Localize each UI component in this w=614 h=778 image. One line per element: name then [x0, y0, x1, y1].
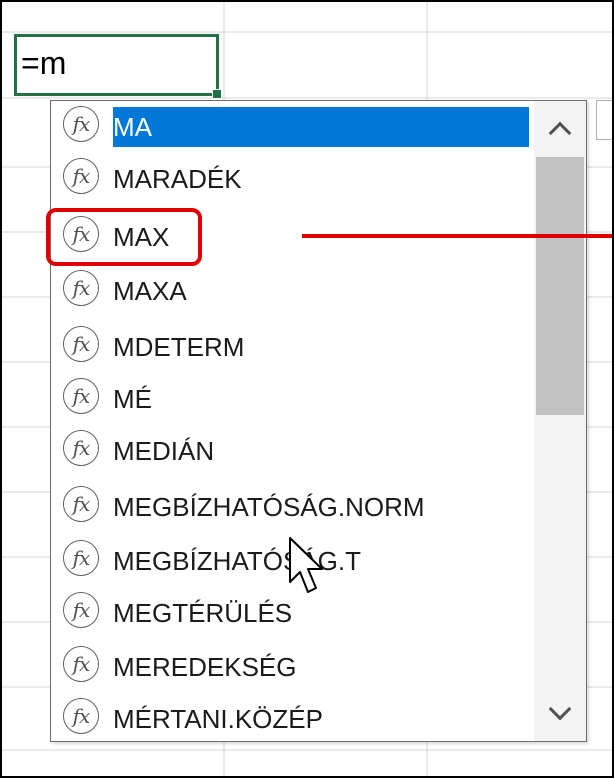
function-label: MAXA: [113, 276, 187, 306]
annotation-pointer-line: [302, 234, 612, 238]
function-icon: fx: [63, 540, 99, 576]
function-label: MARADÉK: [113, 164, 242, 194]
function-label: MEGTÉRÜLÉS: [113, 598, 293, 628]
function-label: MEDIÁN: [113, 436, 215, 466]
scrollbar-thumb[interactable]: [536, 157, 584, 415]
function-icon: fx: [63, 430, 99, 466]
function-tooltip-edge: [596, 100, 612, 140]
mouse-cursor-icon: [289, 537, 323, 593]
function-icon: fx: [63, 378, 99, 414]
function-icon: fx: [63, 158, 99, 194]
fill-handle[interactable]: [212, 89, 222, 99]
function-label: MEREDEKSÉG: [113, 652, 297, 682]
chevron-up-icon: [548, 121, 572, 145]
function-icon: fx: [63, 646, 99, 682]
cell-formula-text[interactable]: =m: [21, 43, 66, 83]
function-label: MEGBÍZHATÓSÁG.NORM: [113, 492, 425, 522]
function-item[interactable]: fx MAXA: [51, 265, 529, 317]
scroll-down-button[interactable]: [534, 685, 586, 741]
function-item[interactable]: fx MDETERM: [51, 321, 529, 373]
scroll-up-button[interactable]: [534, 101, 586, 157]
function-label: MA: [113, 107, 529, 147]
function-label: MDETERM: [113, 332, 245, 362]
active-cell[interactable]: =m: [14, 34, 222, 99]
function-icon: fx: [63, 698, 99, 734]
function-icon: fx: [63, 216, 99, 252]
chevron-down-icon: [548, 697, 572, 721]
function-icon: fx: [63, 486, 99, 522]
function-item[interactable]: fx MEREDEKSÉG: [51, 641, 529, 693]
function-item[interactable]: fx MÉ: [51, 373, 529, 425]
function-autocomplete-list[interactable]: fx MA fx MARADÉK fx MAX fx MAXA fx MDETE…: [50, 100, 587, 742]
function-label: MÉ: [113, 384, 152, 414]
function-item[interactable]: fx MEGBÍZHATÓSÁG.NORM: [51, 481, 529, 533]
spreadsheet-window: =m fx MA fx MARADÉK fx MAX fx MAXA fx MD…: [0, 0, 614, 778]
function-icon: fx: [63, 592, 99, 628]
function-item[interactable]: fx MARADÉK: [51, 153, 529, 205]
list-scrollbar[interactable]: [534, 101, 586, 741]
function-item[interactable]: fx MA: [51, 101, 529, 153]
function-label: MAX: [113, 222, 170, 252]
function-icon: fx: [63, 270, 99, 306]
function-icon: fx: [63, 106, 99, 142]
function-label: MÉRTANI.KÖZÉP: [113, 704, 323, 734]
function-icon: fx: [63, 326, 99, 362]
function-item[interactable]: fx MEDIÁN: [51, 425, 529, 477]
function-item[interactable]: fx MÉRTANI.KÖZÉP: [51, 693, 529, 745]
